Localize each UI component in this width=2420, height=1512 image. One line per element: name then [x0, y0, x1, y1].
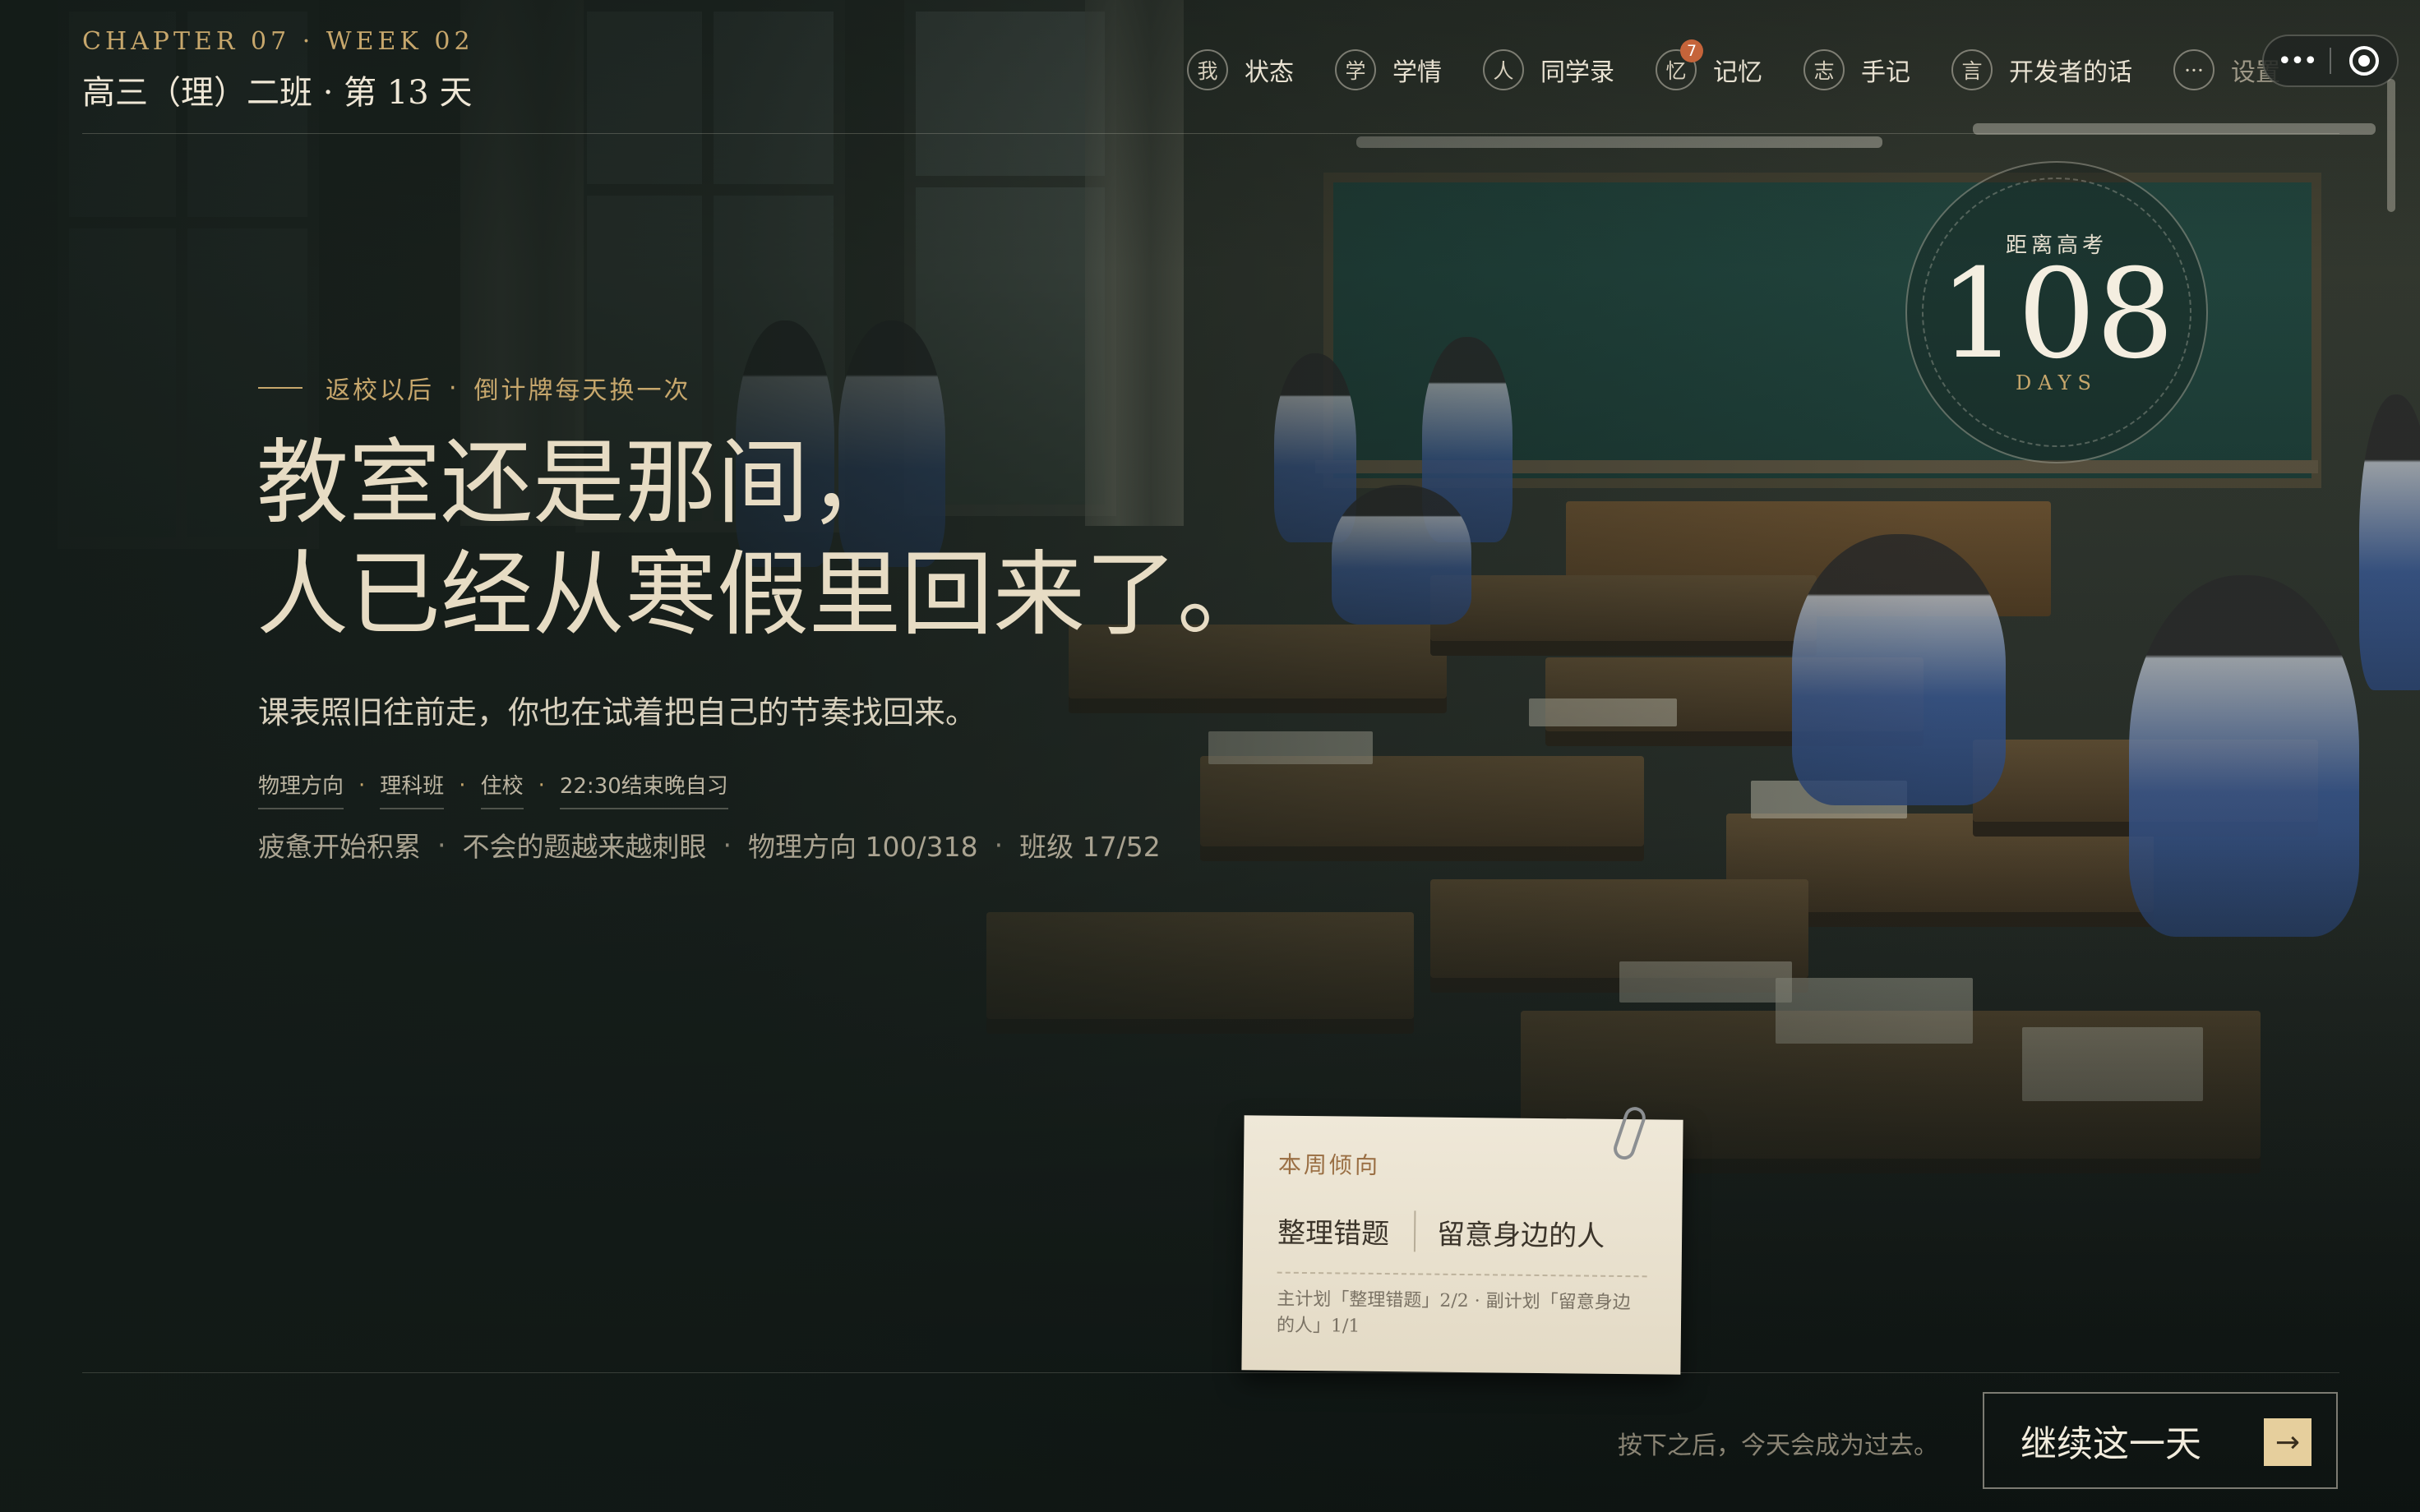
continue-day-button[interactable]: 继续这一天 → [1983, 1392, 2338, 1489]
footer-divider [82, 1372, 2339, 1373]
memories-count-badge: 7 [1680, 39, 1703, 62]
scrollbar[interactable] [2387, 79, 2395, 212]
status-separator: · [723, 828, 732, 861]
tag-direction: 物理方向 [258, 769, 344, 809]
nav-item-study[interactable]: 学 学情 [1335, 49, 1442, 90]
class-day-title: 高三（理）二班 · 第 13 天 [82, 74, 473, 112]
nav-label: 学情 [1392, 58, 1442, 87]
status-fatigue: 疲惫开始积累 [258, 831, 421, 863]
chapter-label: CHAPTER 07 · WEEK 02 [82, 27, 474, 56]
kicker-separator: · [449, 373, 460, 403]
study-icon: 学 [1335, 49, 1376, 90]
capsule-divider [2330, 48, 2331, 74]
page-headline: 教室还是那间， 人已经从寒假里回来了。 [256, 427, 1269, 651]
window-control-capsule: ••• [2262, 35, 2399, 87]
nav-item-memories[interactable]: 忆 7 记忆 [1656, 39, 1762, 90]
exam-countdown-badge: 距离高考 108 DAYS [1905, 161, 2208, 463]
arrow-right-icon: → [2264, 1418, 2311, 1466]
classmates-icon: 人 [1483, 49, 1524, 90]
nav-label: 状态 [1245, 58, 1294, 87]
tag-separator: · [538, 772, 545, 798]
menu-dots-icon[interactable]: ••• [2264, 47, 2330, 76]
tag-separator: · [358, 772, 366, 798]
status-summary: 疲惫开始积累 · 不会的题越来越刺眼 · 物理方向 100/318 · 班级 1… [258, 825, 1161, 864]
note-plans: 整理错题 留意身边的人 [1277, 1210, 1647, 1255]
kicker-rule [258, 387, 302, 389]
tag-separator: · [459, 772, 466, 798]
journal-icon: 志 [1803, 49, 1845, 90]
nav-label: 记忆 [1713, 58, 1762, 87]
status-physics-rank: 物理方向 100/318 [748, 831, 978, 863]
headline-line-2: 人已经从寒假里回来了。 [256, 542, 1269, 648]
countdown-unit: DAYS [2016, 371, 2098, 394]
continue-button-label: 继续这一天 [2021, 1423, 2201, 1465]
nav-label: 同学录 [1540, 58, 1614, 87]
developer-notes-icon: 言 [1951, 49, 1993, 90]
tag-evening-study: 22:30结束晚自习 [559, 769, 728, 809]
kicker-text-a: 返校以后 [326, 376, 434, 405]
nav-item-classmates[interactable]: 人 同学录 [1483, 49, 1614, 90]
headline-line-1: 教室还是那间， [256, 430, 901, 537]
plan-divider [1413, 1210, 1416, 1252]
close-target-icon[interactable] [2349, 46, 2379, 76]
nav-item-journal[interactable]: 志 手记 [1803, 49, 1910, 90]
more-icon: ··· [2173, 49, 2214, 90]
status-icon: 我 [1187, 49, 1228, 90]
kicker-text-b: 倒计牌每天换一次 [473, 376, 691, 405]
nav-item-developer-notes[interactable]: 言 开发者的话 [1951, 49, 2132, 90]
tag-class-type: 理科班 [380, 769, 445, 809]
top-nav: 我 状态 学 学情 人 同学录 忆 7 记忆 志 手记 言 开发者的话 ··· … [1187, 39, 2321, 90]
continue-hint: 按下之后，今天会成为过去。 [1618, 1431, 1938, 1460]
profile-tags: 物理方向 · 理科班 · 住校 · 22:30结束晚自习 [258, 769, 728, 809]
status-class-rank: 班级 17/52 [1019, 831, 1161, 863]
note-heading: 本周倾向 [1277, 1150, 1381, 1179]
plan-progress-text: 主计划「整理错题」2/2 · 副计划「留意身边的人」1/1 [1276, 1288, 1631, 1337]
countdown-days-number: 108 [1938, 243, 2175, 386]
nav-item-status[interactable]: 我 状态 [1187, 49, 1294, 90]
status-separator: · [994, 828, 1004, 861]
tag-boarding: 住校 [480, 769, 524, 809]
status-problems: 不会的题越来越刺眼 [462, 831, 707, 863]
status-separator: · [437, 828, 446, 861]
nav-label: 手记 [1861, 58, 1910, 87]
weekly-focus-card[interactable]: 本周倾向 整理错题 留意身边的人 主计划「整理错题」2/2 · 副计划「留意身边… [1241, 1104, 1683, 1375]
primary-plan: 整理错题 [1277, 1216, 1390, 1251]
note-dashed-rule [1277, 1271, 1647, 1278]
section-kicker: 返校以后 · 倒计牌每天换一次 [258, 370, 691, 406]
nav-label: 开发者的话 [2009, 58, 2132, 87]
hero-subline: 课表照旧往前走，你也在试着把自己的节奏找回来。 [258, 694, 977, 731]
secondary-plan: 留意身边的人 [1436, 1218, 1605, 1253]
header-divider [82, 133, 2339, 134]
